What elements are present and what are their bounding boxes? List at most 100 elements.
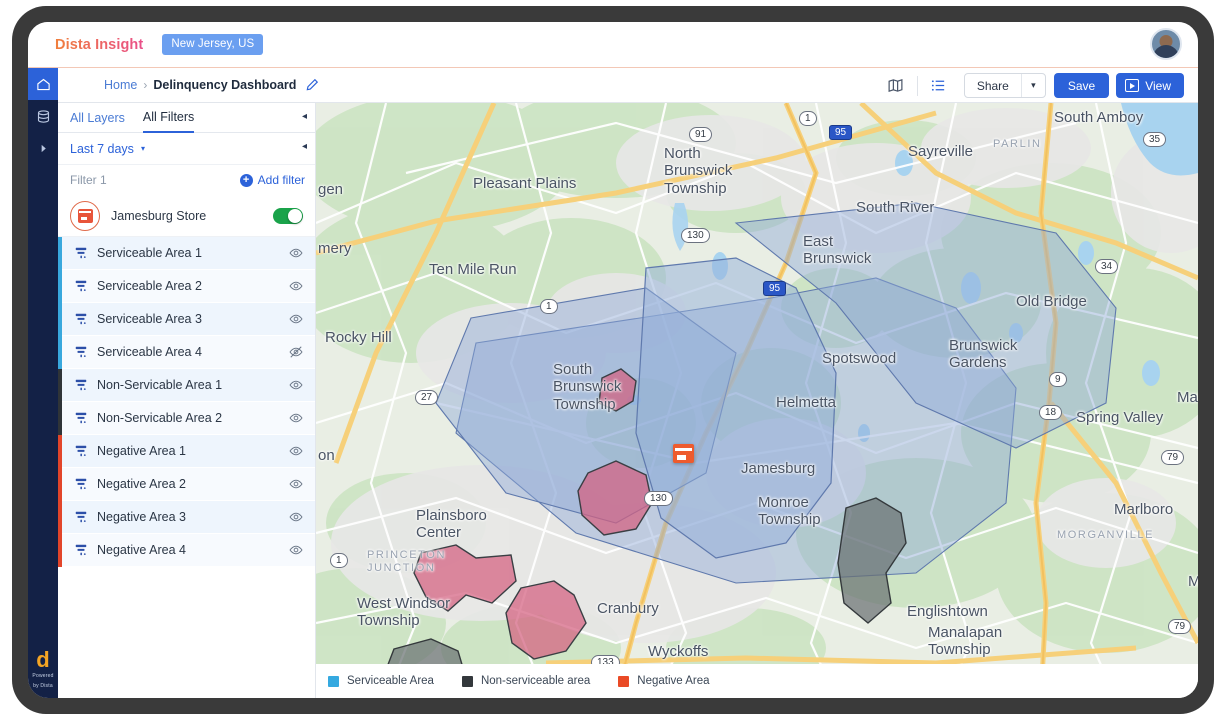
legend-item: Non-serviceable area	[462, 675, 590, 687]
eye-off-icon[interactable]	[289, 345, 303, 359]
layer-item[interactable]: Serviceable Area 1	[58, 237, 315, 270]
highway-shield: 9	[1049, 372, 1067, 387]
eye-icon[interactable]	[289, 246, 303, 260]
map-place-label: Cranbury	[597, 600, 659, 617]
eye-icon[interactable]	[289, 510, 303, 524]
layer-icon	[74, 411, 88, 425]
filters-panel: All Layers All Filters ◂ Last 7 days ▾ ◂…	[58, 103, 316, 698]
map-icon[interactable]	[879, 73, 913, 99]
layer-color-stripe	[58, 468, 62, 501]
plus-icon: +	[240, 174, 253, 187]
layer-item[interactable]: Negative Area 2	[58, 468, 315, 501]
layer-item[interactable]: Negative Area 1	[58, 435, 315, 468]
pencil-icon[interactable]	[305, 78, 319, 92]
eye-icon[interactable]	[289, 279, 303, 293]
map-place-label: Wyckoffs	[648, 643, 708, 660]
layer-label: Serviceable Area 3	[97, 312, 202, 326]
save-button[interactable]: Save	[1054, 73, 1109, 98]
highway-shield: 95	[829, 125, 852, 140]
map-place-label: PARLIN	[993, 138, 1042, 151]
layer-color-stripe	[58, 435, 62, 468]
list-icon[interactable]	[922, 73, 956, 99]
layer-label: Serviceable Area 1	[97, 246, 202, 260]
eye-icon[interactable]	[289, 411, 303, 425]
breadcrumb-separator: ›	[143, 78, 147, 92]
highway-shield: 1	[799, 111, 817, 126]
layer-item[interactable]: Non-Servicable Area 1	[58, 369, 315, 402]
add-filter-button[interactable]: + Add filter	[240, 173, 305, 187]
map-place-label: Manalapan Township	[928, 624, 1002, 659]
layer-label: Negative Area 3	[97, 510, 186, 524]
chevron-down-icon[interactable]: ▾	[141, 144, 145, 153]
layer-icon	[74, 279, 88, 293]
page-title: Delinquency Dashboard	[153, 78, 296, 92]
highway-shield: 1	[330, 553, 348, 568]
chevron-down-icon[interactable]: ▾	[1021, 74, 1045, 97]
eye-icon[interactable]	[289, 444, 303, 458]
map-area[interactable]: South Amboy1959135SayrevillePARLINNorth …	[316, 103, 1198, 698]
layer-color-stripe	[58, 369, 62, 402]
panel-collapse-icon[interactable]: ◂	[302, 111, 307, 122]
layer-label: Serviceable Area 4	[97, 345, 202, 359]
highway-shield: 27	[415, 390, 438, 405]
layer-color-stripe	[58, 534, 62, 567]
layer-item[interactable]: Serviceable Area 4	[58, 336, 315, 369]
layer-item[interactable]: Non-Servicable Area 2	[58, 402, 315, 435]
layer-item[interactable]: Negative Area 4	[58, 534, 315, 567]
map-place-label: gen	[318, 181, 343, 198]
map-place-label: West Windsor Township	[357, 595, 450, 630]
eye-icon[interactable]	[289, 378, 303, 392]
map-place-label: Monroe Township	[758, 494, 821, 529]
store-toggle[interactable]	[273, 208, 303, 224]
home-icon	[36, 77, 51, 92]
map-place-label: Old Bridge	[1016, 293, 1087, 310]
legend-item: Serviceable Area	[328, 675, 434, 687]
layer-color-stripe	[58, 270, 62, 303]
map-place-label: M	[1188, 573, 1198, 590]
layer-icon	[74, 477, 88, 491]
region-badge: New Jersey, US	[162, 34, 263, 55]
highway-shield: 130	[681, 228, 710, 243]
layer-item[interactable]: Serviceable Area 2	[58, 270, 315, 303]
legend-label: Serviceable Area	[347, 675, 434, 687]
rail-item-home[interactable]	[28, 68, 58, 100]
map-place-label: PRINCETON JUNCTION	[367, 549, 446, 574]
map-place-label: Jamesburg	[741, 460, 815, 477]
layer-icon	[74, 510, 88, 524]
share-button-group[interactable]: Share ▾	[964, 73, 1046, 98]
share-button[interactable]: Share	[965, 74, 1021, 97]
layer-item[interactable]: Serviceable Area 3	[58, 303, 315, 336]
store-marker[interactable]	[673, 444, 694, 463]
layer-color-stripe	[58, 303, 62, 336]
brand-logo: Dista Insight	[55, 37, 143, 53]
legend-swatch	[618, 676, 629, 687]
map-place-label: Englishtown	[907, 603, 988, 620]
rail-item-data[interactable]	[28, 100, 58, 132]
filter-header-row: Filter 1 + Add filter	[58, 165, 315, 195]
date-collapse-icon[interactable]: ◂	[302, 141, 307, 152]
view-button[interactable]: View	[1116, 73, 1184, 98]
layer-color-stripe	[58, 501, 62, 534]
layer-item[interactable]: Negative Area 3	[58, 501, 315, 534]
eye-icon[interactable]	[289, 477, 303, 491]
tab-all-layers[interactable]: All Layers	[70, 111, 125, 132]
store-name: Jamesburg Store	[111, 209, 206, 223]
map-place-label: Helmetta	[776, 394, 836, 411]
eye-icon[interactable]	[289, 543, 303, 557]
highway-shield: 18	[1039, 405, 1062, 420]
layer-list: Serviceable Area 1 Serviceable Area 2 Serv…	[58, 237, 315, 567]
date-range-selector[interactable]: Last 7 days	[70, 142, 134, 156]
filter-title: Filter 1	[70, 173, 107, 187]
play-icon	[1125, 79, 1139, 92]
date-range-row: Last 7 days ▾ ◂	[58, 133, 315, 165]
rail-item-expand[interactable]	[28, 132, 58, 164]
avatar[interactable]	[1150, 28, 1182, 60]
tab-all-filters[interactable]: All Filters	[143, 110, 194, 133]
device-frame: Dista Insight New Jersey, US d	[12, 6, 1214, 714]
layer-label: Serviceable Area 2	[97, 279, 202, 293]
eye-icon[interactable]	[289, 312, 303, 326]
chevron-right-icon	[38, 143, 49, 154]
panel-tabs: All Layers All Filters ◂	[58, 103, 315, 133]
breadcrumb-home-link[interactable]: Home	[104, 78, 137, 92]
store-row: Jamesburg Store	[58, 195, 315, 237]
